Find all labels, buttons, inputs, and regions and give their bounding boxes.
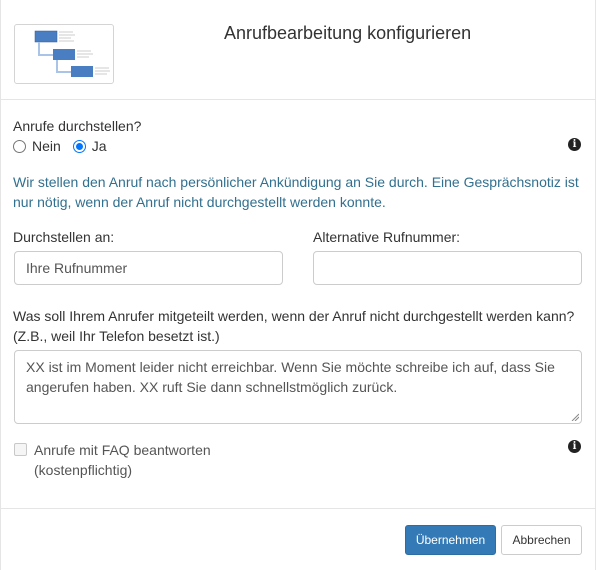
transfer-to-label: Durchstellen an:	[13, 229, 115, 245]
info-icon[interactable]: i	[568, 440, 581, 453]
cancel-button[interactable]: Abbrechen	[501, 525, 582, 555]
radio-nein[interactable]	[13, 139, 26, 153]
dialog: Anrufbearbeitung konfigurieren Anrufe du…	[0, 0, 596, 570]
alt-number-input[interactable]	[313, 251, 582, 285]
flow-diagram-thumbnail	[14, 24, 114, 84]
radio-ja[interactable]	[72, 139, 86, 153]
transfer-question-label: Anrufe durchstellen?	[13, 118, 142, 134]
transfer-to-input[interactable]: Ihre Rufnummer	[14, 251, 283, 285]
message-label: Was soll Ihrem Anrufer mitgeteilt werden…	[13, 308, 575, 344]
apply-button[interactable]: Übernehmen	[405, 525, 496, 555]
message-textarea-text: XX ist im Moment leider nicht erreichbar…	[26, 359, 555, 395]
dialog-title: Anrufbearbeitung konfigurieren	[224, 23, 472, 43]
faq-label[interactable]: Anrufe mit FAQ beantworten	[34, 440, 211, 460]
transfer-radio-group: Nein Ja	[13, 138, 119, 154]
faq-checkbox[interactable]	[14, 443, 27, 456]
dialog-footer: Übernehmen Abbrechen	[1, 508, 595, 570]
transfer-info-text: Wir stellen den Anruf nach persönlicher …	[13, 174, 579, 210]
dialog-header: Anrufbearbeitung konfigurieren	[1, 0, 595, 100]
message-textarea[interactable]: XX ist im Moment leider nicht erreichbar…	[14, 350, 582, 424]
radio-ja-label[interactable]: Ja	[92, 138, 107, 154]
resize-handle-icon[interactable]	[571, 413, 579, 421]
faq-sublabel: (kostenpflichtig)	[34, 462, 133, 478]
info-icon[interactable]: i	[568, 138, 581, 151]
faq-checkbox-row: Anrufe mit FAQ beantworten (kostenpflich…	[14, 440, 211, 480]
radio-nein-label[interactable]: Nein	[32, 138, 61, 154]
alt-number-label: Alternative Rufnummer:	[313, 229, 461, 245]
